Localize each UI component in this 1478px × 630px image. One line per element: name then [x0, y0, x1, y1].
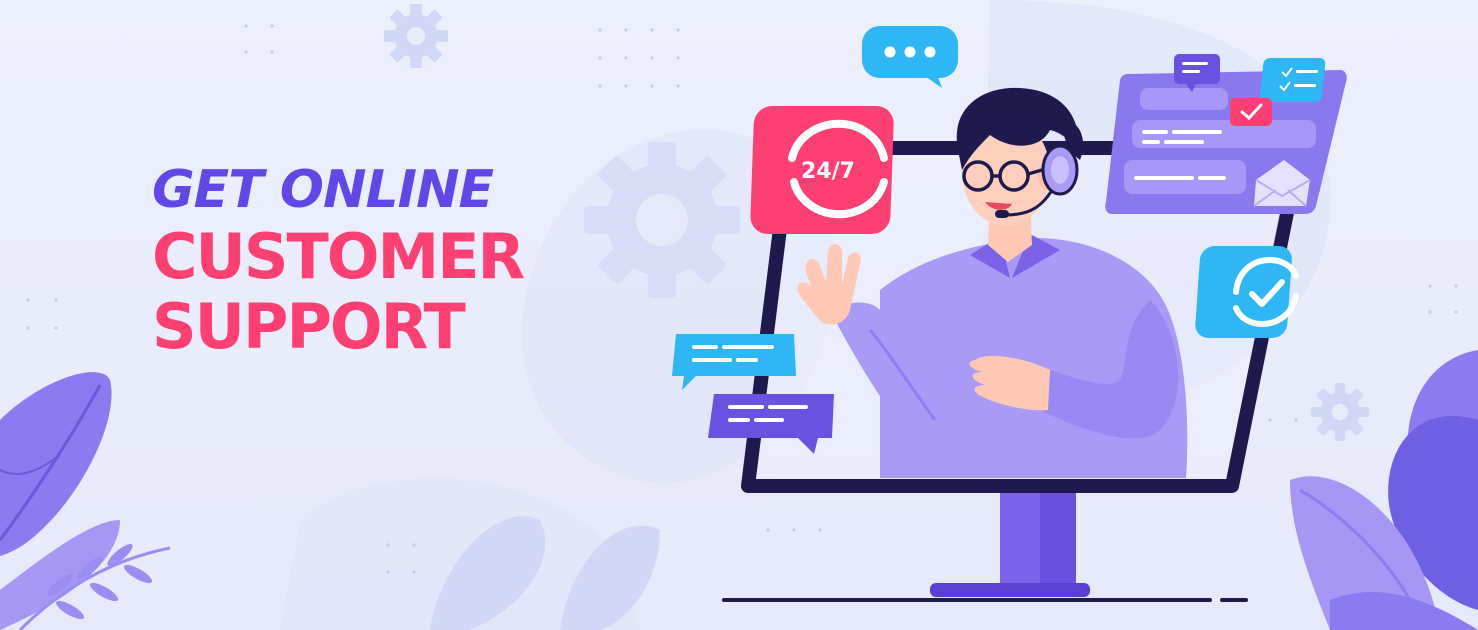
monitor-stand — [722, 480, 1248, 602]
checklist-icon — [1259, 58, 1326, 102]
headline: GET ONLINE CUSTOMER SUPPORT — [152, 160, 525, 363]
leaf-icon — [0, 372, 171, 630]
check-tag-icon — [1230, 98, 1272, 126]
24-7-label: 24/7 — [801, 159, 855, 184]
check-circle-icon — [1195, 246, 1299, 338]
headline-line-2: CUSTOMER — [152, 220, 525, 293]
leaf-icon — [1290, 350, 1478, 630]
gear-icon — [384, 4, 448, 68]
chat-bubble-icon — [862, 26, 958, 88]
24-7-icon: 24/7 — [750, 106, 894, 234]
headline-line-1: GET ONLINE — [152, 160, 494, 220]
gear-icon — [1311, 383, 1369, 441]
customer-support-banner: 24/7 GET ONLINE CUSTOMER SUPPORT — [0, 0, 1478, 630]
gear-icon — [584, 142, 740, 298]
headline-line-3: SUPPORT — [152, 290, 466, 363]
